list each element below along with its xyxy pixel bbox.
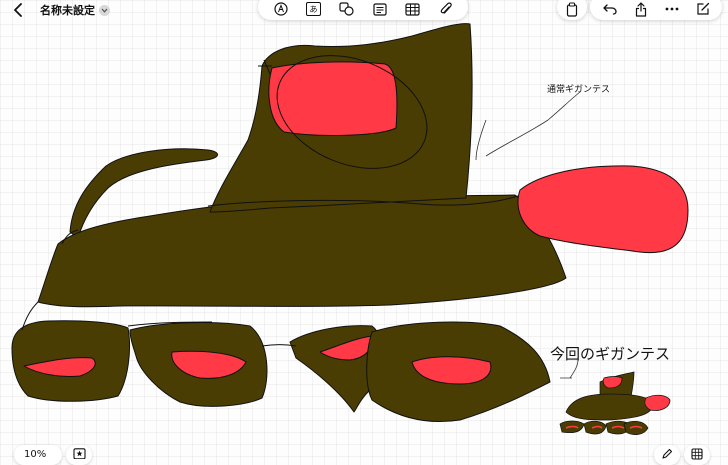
gigantes-small-drawing <box>559 371 671 435</box>
table-button[interactable] <box>402 0 424 19</box>
more-icon <box>665 7 678 11</box>
undo-icon <box>602 4 617 15</box>
actions-group <box>590 0 722 20</box>
head-eye <box>268 61 398 136</box>
paperclip-icon <box>440 1 452 14</box>
grid-icon <box>691 448 703 460</box>
small-body <box>565 393 655 421</box>
compose-icon <box>696 2 709 15</box>
zoom-level-button[interactable]: 10% <box>14 445 62 465</box>
bottom-bar: 10% <box>0 440 728 465</box>
label-normal-gigantes: 通常ギガンテス <box>547 85 611 95</box>
share-icon <box>635 1 646 17</box>
text-box-icon: あ <box>306 2 321 16</box>
pen-circle-icon <box>273 2 288 16</box>
small-leg-4 <box>623 421 649 435</box>
clipboard-icon <box>566 2 578 17</box>
more-button[interactable] <box>661 0 683 19</box>
clipboard-button[interactable] <box>561 0 583 19</box>
document-title[interactable]: 名称未設定 <box>40 2 110 18</box>
tools-toolbar: あ <box>258 0 468 20</box>
shapes-button[interactable] <box>336 0 358 19</box>
table-icon <box>405 2 420 16</box>
note-button[interactable] <box>369 0 391 19</box>
top-bar: 名称未設定 あ <box>0 0 728 22</box>
back-button[interactable] <box>8 0 30 20</box>
grid-view-button[interactable] <box>684 445 710 465</box>
pencil-tool-button[interactable] <box>654 445 680 465</box>
drawing-canvas[interactable] <box>0 0 728 455</box>
pencil-icon <box>662 448 673 459</box>
chevron-down-icon <box>99 4 110 16</box>
compose-button[interactable] <box>692 0 714 19</box>
label-current-gigantes: 今回のギガンテス <box>550 345 671 363</box>
label-pointer <box>475 91 581 161</box>
markup-pen-button[interactable] <box>270 0 292 19</box>
main-body <box>37 194 567 308</box>
note-icon <box>372 2 387 16</box>
text-box-button[interactable]: あ <box>303 0 325 19</box>
favorite-button[interactable] <box>66 445 92 465</box>
share-button[interactable] <box>630 0 652 19</box>
star-box-icon <box>72 448 86 459</box>
undo-button[interactable] <box>599 0 621 19</box>
clipboard-group <box>557 0 587 20</box>
attachment-button[interactable] <box>435 0 457 19</box>
document-title-text: 名称未設定 <box>40 4 95 17</box>
small-tail-eye <box>644 394 671 411</box>
shapes-icon <box>339 2 354 16</box>
chevron-left-icon <box>14 3 22 17</box>
